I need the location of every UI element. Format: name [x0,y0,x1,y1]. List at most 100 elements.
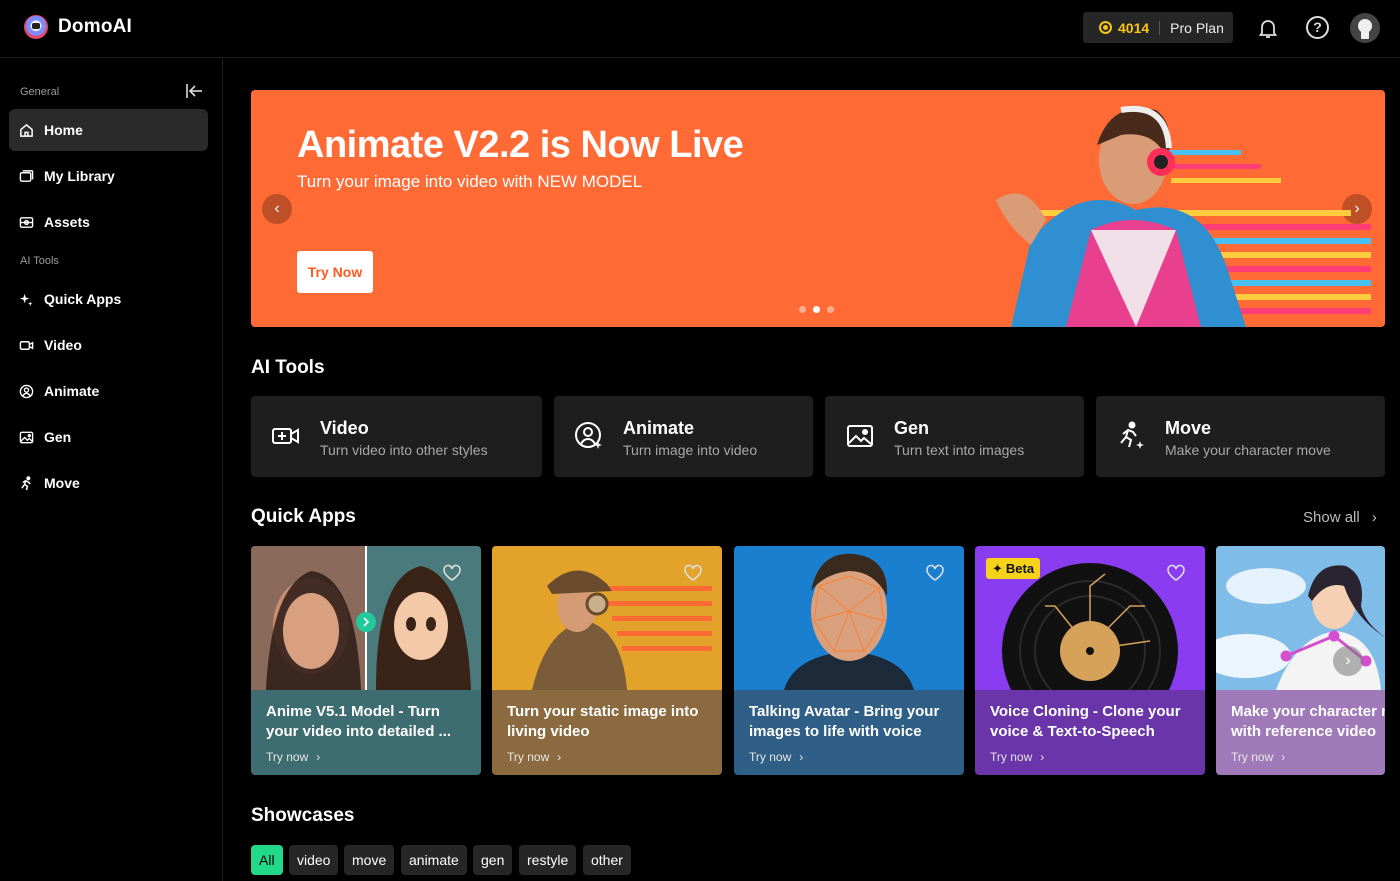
run-icon [21,475,31,490]
tool-name: Gen [894,418,930,438]
chevron-right-icon: › [799,750,804,764]
try-now-button[interactable]: Try Now [297,251,373,293]
user-avatar[interactable] [1350,13,1380,43]
try-now-label: Try now [749,750,792,764]
animate-icon [575,422,602,449]
hero-illustration [996,105,1371,327]
sidebar-section-general: General [20,86,60,98]
filter-chip-other[interactable]: other [583,845,631,875]
try-now-label: Try now [1231,750,1274,764]
sparkle-icon [19,293,33,306]
hero-banner[interactable]: Animate V2.2 is Now Live Turn your image… [251,90,1385,327]
chevron-right-icon: › [557,750,562,764]
brand-logo[interactable]: DomoAI [24,15,132,39]
try-now-label: Try now [507,750,550,764]
heart-icon[interactable] [1166,564,1186,582]
banner-subtitle: Turn your image into video with NEW MODE… [297,172,643,191]
heart-icon[interactable] [683,564,703,582]
collapse-sidebar-icon[interactable] [185,83,203,99]
filter-chip-restyle[interactable]: restyle [519,845,577,875]
credit-count: 4014 [1118,19,1150,36]
image-icon [19,431,34,443]
library-icon [19,169,34,182]
show-all-label: Show all [1303,509,1360,526]
quick-apps-title: Quick Apps [251,506,356,527]
help-icon[interactable]: ? [1306,16,1329,39]
beta-label: Beta [1005,561,1035,576]
brand-name: DomoAI [58,16,133,37]
heart-icon[interactable] [442,564,462,582]
quick-app-card-living-video[interactable]: Turn your static image into living video… [492,546,722,775]
sidebar-item-label: Gen [44,429,72,445]
plan-label: Pro Plan [1170,19,1224,36]
app-title: Turn your static image into living video [507,703,699,740]
sidebar-item-home[interactable]: Home [9,109,208,151]
quick-app-card-anime[interactable]: Anime V5.1 Model - Turn your video into … [251,546,481,775]
tool-card-move[interactable]: Move Make your character move [1096,396,1385,477]
filter-chip-gen[interactable]: gen [473,845,513,875]
chevron-right-icon: › [316,750,321,764]
filter-chip-animate[interactable]: animate [401,845,467,875]
sidebar-item-video[interactable]: Video [9,324,208,366]
try-now-link[interactable]: Try now › [507,750,561,764]
tool-desc: Make your character move [1165,442,1331,458]
heart-icon[interactable] [925,564,945,582]
quick-app-card-voice-cloning[interactable]: ✦ Beta Voice Cloning - Clone your voice &… [975,546,1205,775]
filter-chip-video[interactable]: video [289,845,339,875]
run-icon [1120,421,1144,449]
tool-card-gen[interactable]: Gen Turn text into images [825,396,1084,477]
chevron-left-icon[interactable]: ‹ [262,194,292,224]
assets-icon [19,216,34,228]
tool-name: Move [1165,418,1212,438]
coin-icon [1099,21,1112,34]
divider [1159,20,1161,35]
show-all-link[interactable]: Show all › [1303,509,1377,526]
carousel-dot[interactable] [827,306,834,313]
top-bar: DomoAI 4014 Pro Plan ? [0,0,1400,58]
try-now-link[interactable]: Try now › [990,750,1044,764]
chevron-right-icon[interactable]: › [1333,646,1363,676]
tool-desc: Turn image into video [623,442,758,458]
credits-plan-button[interactable]: 4014 Pro Plan [1083,12,1233,43]
try-now-label: Try now [990,750,1033,764]
tool-card-video[interactable]: Video Turn video into other styles [251,396,542,477]
chevron-right-icon: › [1371,509,1377,526]
quick-app-card-talking-avatar[interactable]: Talking Avatar - Bring your images to li… [734,546,964,775]
sidebar-item-my-library[interactable]: My Library [9,155,208,197]
app-title: Talking Avatar - Bring your images to li… [749,703,940,740]
sidebar-section-ai-tools: AI Tools [20,255,59,267]
bell-icon[interactable] [1256,16,1280,40]
try-now-link[interactable]: Try now › [266,750,320,764]
showcases-title: Showcases [251,805,355,826]
home-icon [20,123,33,137]
carousel-dot[interactable] [799,306,806,313]
image-icon [847,425,873,447]
try-now-link[interactable]: Try now › [749,750,803,764]
banner-title: Animate V2.2 is Now Live [297,124,744,166]
video-icon [272,428,299,444]
app-title: Voice Cloning - Clone your voice & Text-… [990,703,1181,740]
carousel-dots [799,306,834,313]
filter-chip-all[interactable]: All [251,845,283,875]
tool-name: Video [320,418,369,438]
sparkle-icon: ✦ [992,560,1003,576]
tool-card-animate[interactable]: Animate Turn image into video [554,396,813,477]
carousel-dot-active[interactable] [813,306,820,313]
sidebar-item-quick-apps[interactable]: Quick Apps [9,278,208,320]
filter-chip-move[interactable]: move [344,845,395,875]
try-now-label: Try now [266,750,309,764]
try-now-link[interactable]: Try now › [1231,750,1285,764]
sidebar-item-gen[interactable]: Gen [9,416,208,458]
sidebar-item-animate[interactable]: Animate [9,370,208,412]
beta-badge: ✦ Beta [986,558,1041,579]
tool-desc: Turn text into images [894,442,1025,458]
sidebar-item-label: Assets [44,214,90,230]
app-title: Make your character move with reference … [1231,703,1385,740]
quick-app-card-character-move[interactable]: › Make your character move with referenc… [1216,546,1385,775]
animate-icon [19,384,34,398]
sidebar-item-assets[interactable]: Assets [9,201,208,243]
app-title: Anime V5.1 Model - Turn your video into … [266,703,452,740]
sidebar-item-label: Home [44,122,83,138]
sidebar-item-move[interactable]: Move [9,462,208,504]
ai-tools-title: AI Tools [251,357,325,378]
